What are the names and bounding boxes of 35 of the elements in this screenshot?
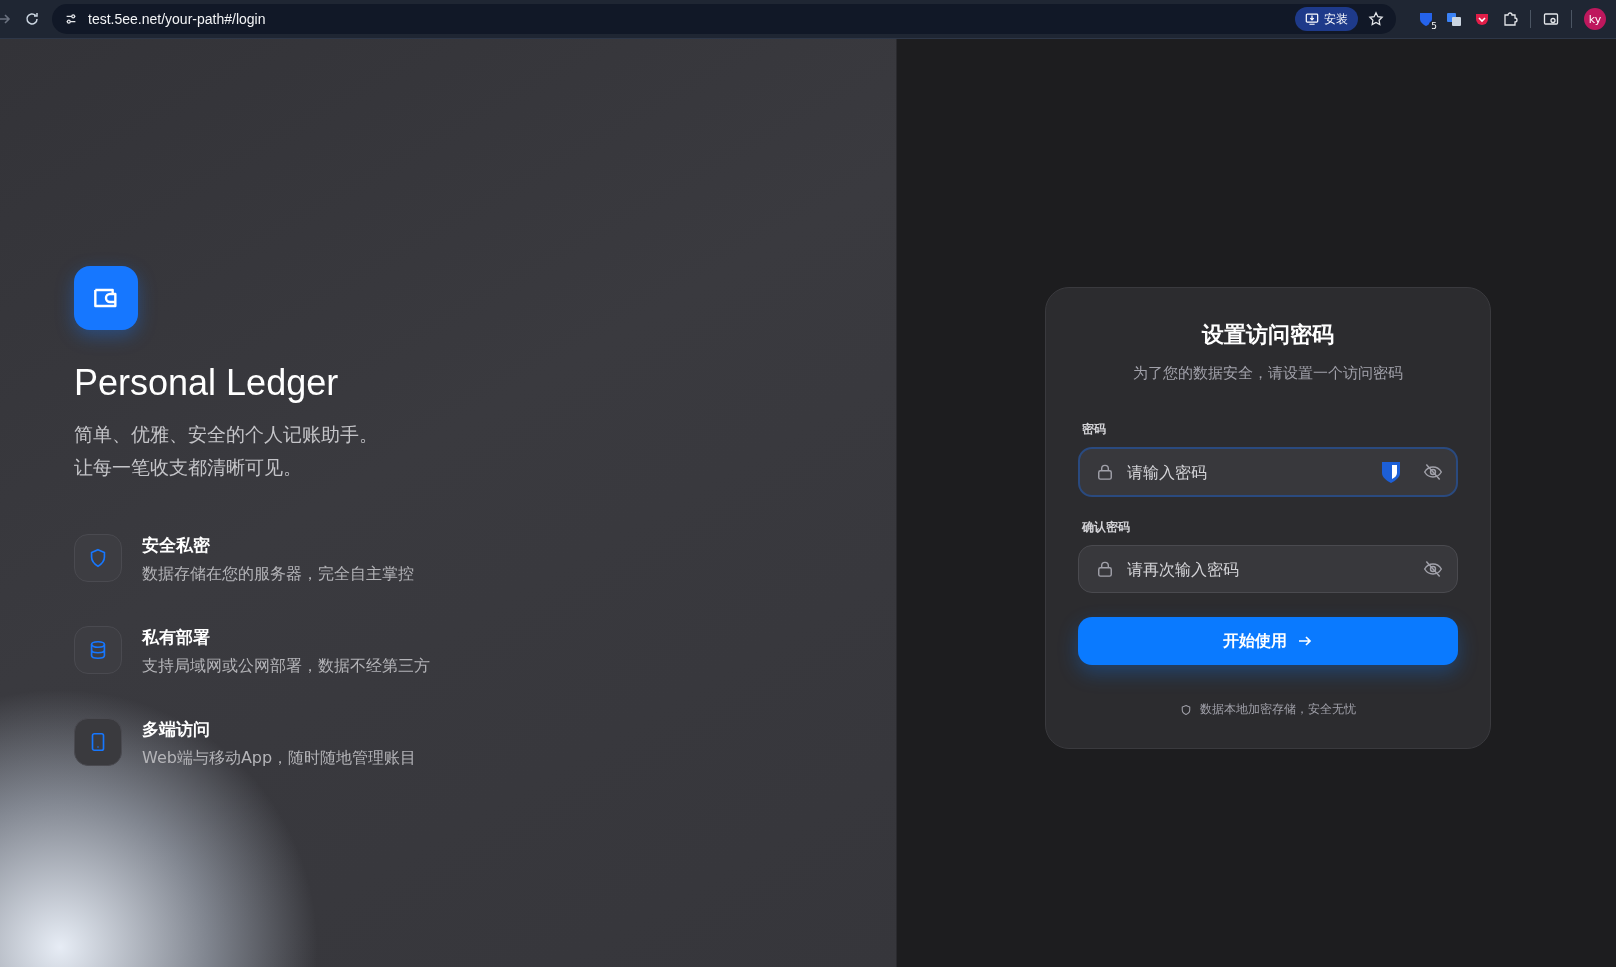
- puzzle-icon[interactable]: [1502, 11, 1518, 27]
- feature-description: 支持局域网或公网部署，数据不经第三方: [142, 656, 430, 677]
- password-field[interactable]: 请输入密码: [1078, 447, 1458, 497]
- install-button[interactable]: 安装: [1295, 7, 1358, 31]
- field-label: 确认密码: [1082, 519, 1131, 536]
- feature-description: Web端与移动App，随时随地管理账目: [142, 748, 417, 769]
- url-text: test.5ee.net/your-path#/login: [88, 11, 266, 27]
- star-icon[interactable]: [1368, 11, 1384, 27]
- install-icon: [1305, 12, 1319, 26]
- password-field[interactable]: 请再次输入密码: [1078, 545, 1458, 593]
- app-title: Personal Ledger: [74, 362, 340, 404]
- form-title: 设置访问密码: [1200, 321, 1335, 349]
- feature-title: 多端访问: [142, 718, 211, 740]
- start-button[interactable]: 开始使用: [1078, 617, 1458, 665]
- password-input[interactable]: 请输入密码: [1125, 461, 1369, 483]
- site-settings-icon[interactable]: [64, 12, 78, 26]
- field-label: 密码: [1082, 421, 1107, 438]
- extension-badge: 5: [1429, 21, 1439, 32]
- shield-icon: [1180, 703, 1192, 716]
- reload-icon[interactable]: [24, 11, 40, 27]
- feature-title: 私有部署: [142, 626, 211, 648]
- profile-avatar[interactable]: ky: [1584, 8, 1606, 30]
- security-note: 数据本地加密存储，安全无忧: [1200, 701, 1356, 718]
- hidden-eye-icon[interactable]: [1423, 462, 1443, 482]
- shield-icon[interactable]: [1379, 459, 1403, 485]
- feature-title: 安全私密: [142, 534, 211, 556]
- tagline-text: 让每一笔收支都清晰可见。: [74, 455, 303, 480]
- lock-icon: [1095, 559, 1115, 579]
- tagline-text: 简单、优雅、安全的个人记账助手。: [74, 422, 379, 447]
- lock-icon: [1095, 462, 1115, 482]
- feature-description: 数据存储在您的服务器，完全自主掌控: [142, 564, 414, 585]
- form-subtitle: 为了您的数据安全，请设置一个访问密码: [1132, 364, 1404, 383]
- password-input[interactable]: 请再次输入密码: [1125, 558, 1413, 580]
- address-bar[interactable]: test.5ee.net/your-path#/login 安装: [52, 4, 1396, 34]
- hidden-eye-icon[interactable]: [1423, 559, 1443, 579]
